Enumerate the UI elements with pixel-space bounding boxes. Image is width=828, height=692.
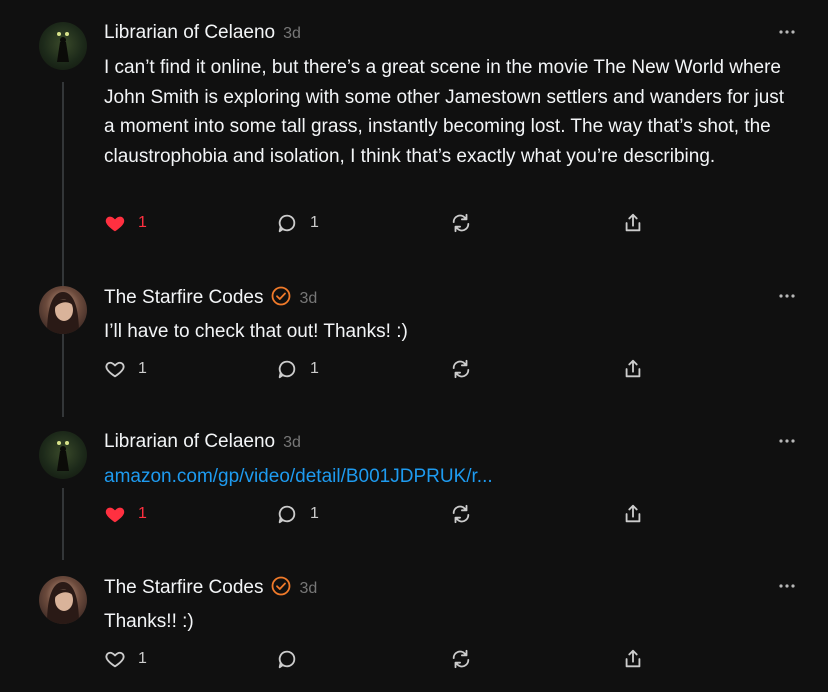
avatar[interactable]: [39, 22, 87, 70]
reply-button[interactable]: [276, 648, 298, 670]
like-button[interactable]: 1: [104, 503, 147, 525]
thread-line: [62, 488, 64, 560]
repost-button[interactable]: [450, 358, 472, 380]
reply-button[interactable]: 1: [276, 358, 319, 380]
repost-button[interactable]: [450, 648, 472, 670]
repost-button[interactable]: [450, 503, 472, 525]
repost-icon: [452, 504, 470, 524]
post-text: I’ll have to check that out! Thanks! :): [104, 321, 408, 342]
verified-badge-icon: [272, 576, 291, 596]
share-icon: [625, 504, 641, 523]
comment-bubble-icon: [278, 650, 296, 669]
like-count: 1: [138, 214, 147, 231]
like-button[interactable]: 1: [104, 358, 147, 380]
action-bar: 1 1: [104, 212, 664, 240]
comment-bubble-icon: [278, 214, 296, 233]
author-name[interactable]: Librarian of Celaeno 3d: [104, 431, 301, 453]
comment-bubble-icon: [278, 360, 296, 379]
repost-icon: [452, 359, 470, 379]
like-count: 1: [138, 360, 147, 377]
share-icon: [625, 213, 641, 232]
author-name[interactable]: Librarian of Celaeno 3d: [104, 22, 301, 44]
like-button[interactable]: 1: [104, 648, 147, 670]
comment-bubble-icon: [278, 505, 296, 524]
more-options-icon[interactable]: [777, 433, 797, 449]
heart-icon: [105, 651, 125, 668]
like-count: 1: [138, 650, 147, 667]
more-options-icon[interactable]: [777, 578, 797, 594]
thread-line: [62, 82, 64, 417]
author-name[interactable]: The Starfire Codes 3d: [104, 286, 317, 309]
post-time: 3d: [283, 434, 301, 451]
repost-icon: [452, 649, 470, 669]
reply-count: 1: [310, 214, 319, 231]
repost-icon: [452, 213, 470, 233]
author-name-text[interactable]: The Starfire Codes: [104, 287, 263, 308]
post-link[interactable]: amazon.com/gp/video/detail/B001JDPRUK/r.…: [104, 466, 493, 487]
post-time: 3d: [299, 580, 318, 597]
avatar[interactable]: [39, 576, 87, 624]
post-text: amazon.com/gp/video/detail/B001JDPRUK/r.…: [104, 462, 794, 492]
post-time: 3d: [283, 25, 301, 42]
share-button[interactable]: [622, 648, 644, 670]
share-button[interactable]: [622, 212, 644, 234]
author-name-text[interactable]: Librarian of Celaeno: [104, 431, 275, 452]
like-count: 1: [138, 505, 147, 522]
author-name-text[interactable]: Librarian of Celaeno: [104, 22, 275, 43]
repost-button[interactable]: [450, 212, 472, 234]
share-button[interactable]: [622, 503, 644, 525]
action-bar: 1 1: [104, 503, 664, 531]
avatar[interactable]: [39, 431, 87, 479]
reply-button[interactable]: 1: [276, 503, 319, 525]
author-name[interactable]: The Starfire Codes 3d: [104, 576, 317, 599]
reply-count: 1: [310, 360, 319, 377]
reply-button[interactable]: 1: [276, 212, 319, 234]
like-button[interactable]: 1: [104, 212, 147, 234]
action-bar: 1 1: [104, 358, 664, 386]
heart-icon: [105, 216, 125, 232]
post-time: 3d: [299, 290, 318, 307]
more-options-icon[interactable]: [777, 24, 797, 40]
more-options-icon[interactable]: [777, 288, 797, 304]
heart-icon: [105, 361, 125, 378]
share-button[interactable]: [622, 358, 644, 380]
author-name-text[interactable]: The Starfire Codes: [104, 577, 263, 598]
post-text: Thanks!! :): [104, 611, 194, 632]
share-icon: [625, 649, 641, 668]
verified-badge-icon: [272, 286, 291, 306]
share-icon: [625, 359, 641, 378]
avatar[interactable]: [39, 286, 87, 334]
post-text: I can’t find it online, but there’s a gr…: [104, 57, 785, 167]
heart-icon: [105, 507, 125, 523]
action-bar: 1: [104, 648, 664, 676]
reply-count: 1: [310, 505, 319, 522]
